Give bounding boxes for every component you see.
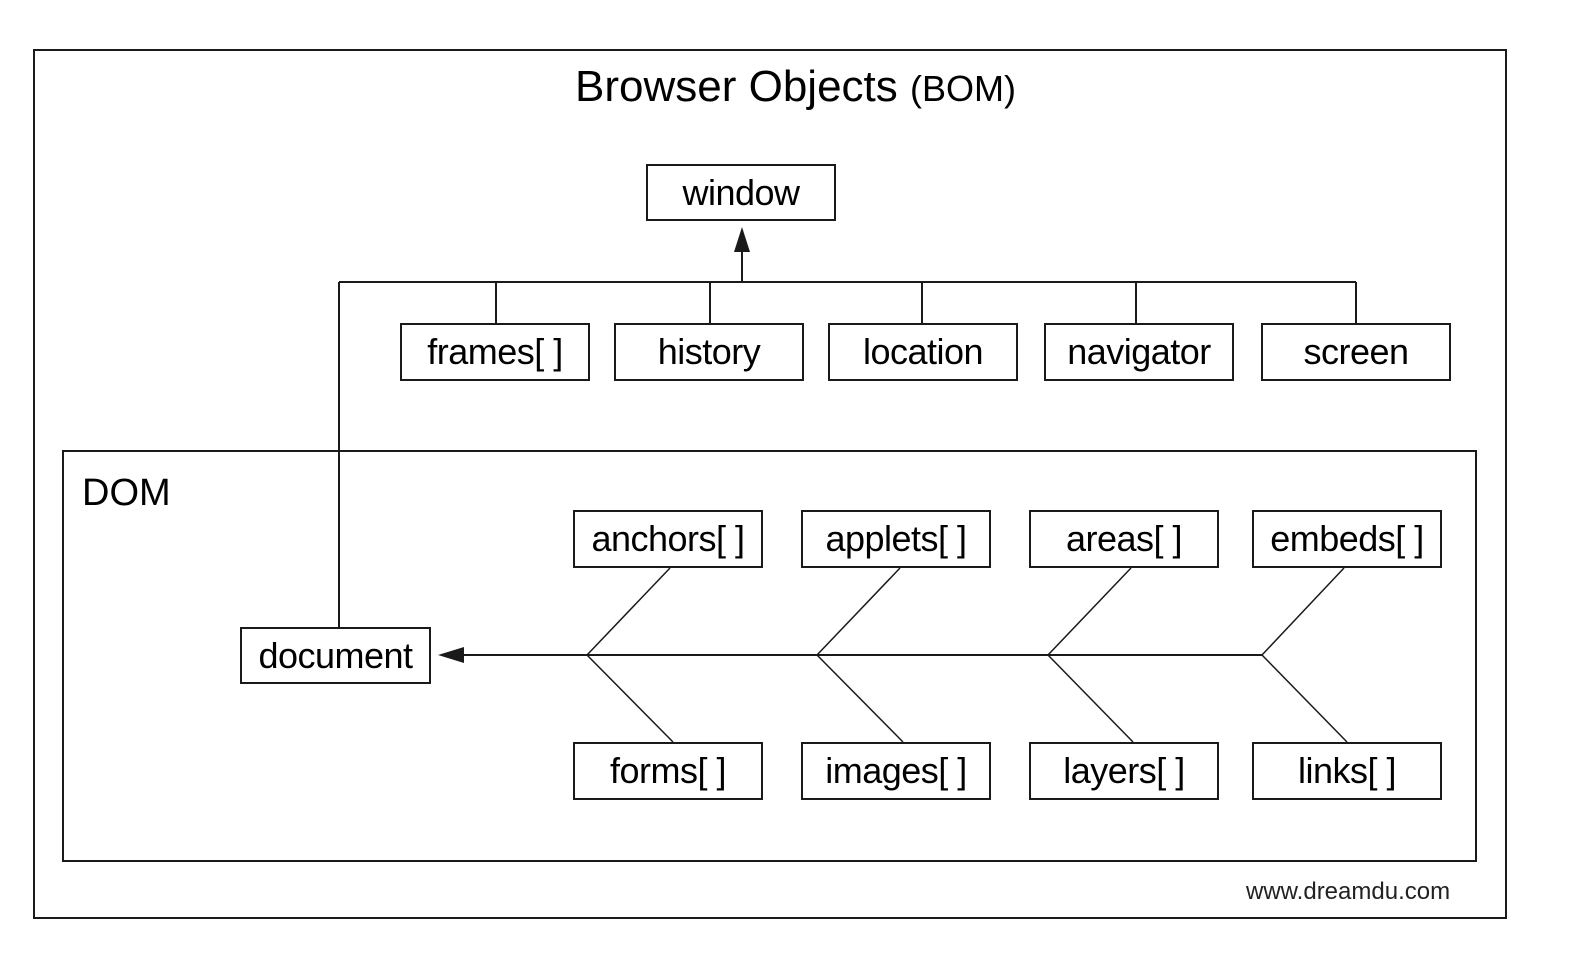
node-forms: forms[ ] (573, 742, 763, 800)
node-document: document (240, 627, 431, 684)
site-credit: www.dreamdu.com (1246, 878, 1451, 905)
diagram-title: Browser Objects (BOM) (575, 62, 1016, 112)
node-window: window (646, 164, 836, 221)
node-images: images[ ] (801, 742, 991, 800)
node-embeds: embeds[ ] (1252, 510, 1442, 568)
branch-embeds-links (1260, 567, 1348, 743)
node-navigator: navigator (1044, 323, 1234, 381)
node-applets: applets[ ] (801, 510, 991, 568)
node-areas: areas[ ] (1029, 510, 1219, 568)
title-main: Browser Objects (575, 62, 898, 111)
dom-label: DOM (82, 472, 171, 514)
window-arrow-head (734, 227, 750, 252)
node-screen: screen (1261, 323, 1451, 381)
document-arrow-head (438, 647, 464, 663)
title-suffix: (BOM) (910, 68, 1016, 109)
connector-lines (33, 49, 1507, 919)
node-history: history (614, 323, 804, 381)
node-anchors: anchors[ ] (573, 510, 763, 568)
node-links: links[ ] (1252, 742, 1442, 800)
node-layers: layers[ ] (1029, 742, 1219, 800)
node-frames: frames[ ] (400, 323, 590, 381)
node-location: location (828, 323, 1018, 381)
